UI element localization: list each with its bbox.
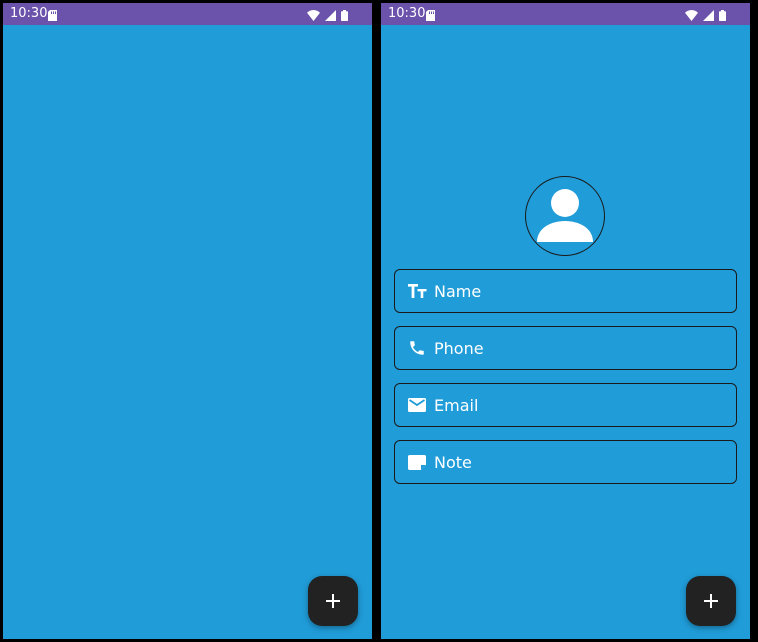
plus-icon [326, 594, 340, 608]
add-contact-button[interactable] [308, 576, 358, 626]
contact-form-screen: 10:30 Name Phone Email Note [381, 3, 750, 639]
battery-icon [719, 8, 726, 26]
email-label: Email [434, 395, 479, 415]
name-field[interactable]: Name [394, 269, 737, 313]
status-bar: 10:30 [381, 3, 750, 25]
status-bar: 10:30 [3, 3, 372, 25]
add-contact-button[interactable] [686, 576, 736, 626]
phone-label: Phone [434, 338, 484, 358]
note-label: Note [434, 452, 472, 472]
phone-icon [407, 338, 427, 358]
email-icon [407, 395, 427, 415]
battery-icon [341, 8, 348, 26]
text-size-icon [407, 281, 427, 301]
empty-screen: 10:30 [3, 3, 372, 639]
plus-icon [704, 594, 718, 608]
sd-card-icon [48, 8, 57, 26]
note-icon [407, 452, 427, 472]
note-field[interactable]: Note [394, 440, 737, 484]
sd-card-icon [426, 8, 435, 26]
wifi-icon [685, 8, 698, 26]
phone-field[interactable]: Phone [394, 326, 737, 370]
name-label: Name [434, 281, 482, 301]
status-time: 10:30 [10, 6, 48, 21]
person-icon [526, 177, 604, 255]
signal-icon [703, 8, 714, 26]
email-field[interactable]: Email [394, 383, 737, 427]
signal-icon [325, 8, 336, 26]
contact-avatar[interactable] [525, 176, 605, 256]
wifi-icon [307, 8, 320, 26]
status-time: 10:30 [388, 6, 426, 21]
